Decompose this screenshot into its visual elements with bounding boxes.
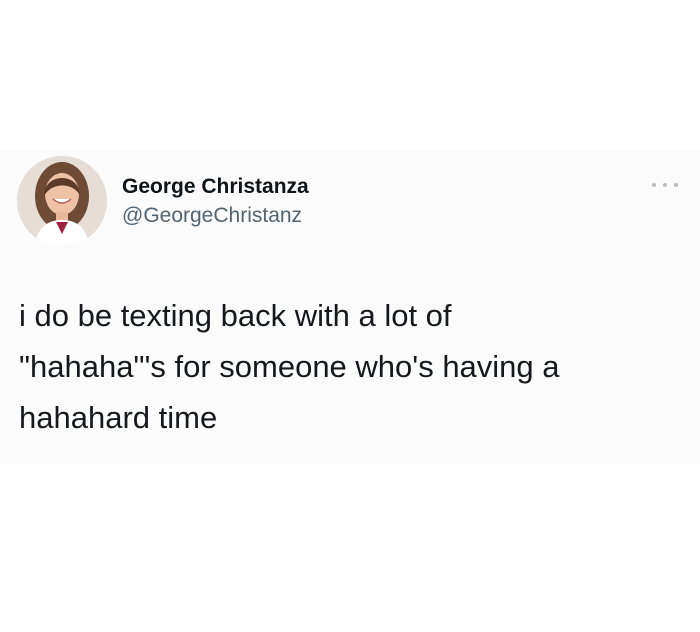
ellipsis-icon[interactable]	[652, 178, 678, 192]
profile-photo-icon	[17, 156, 107, 246]
tweet-text: i do be texting back with a lot of "haha…	[19, 290, 689, 443]
ellipsis-dot	[652, 183, 656, 187]
avatar[interactable]	[17, 156, 107, 246]
user-handle[interactable]: @GeorgeChristanz	[122, 203, 302, 229]
ellipsis-dot	[674, 183, 678, 187]
display-name[interactable]: George Christanza	[122, 174, 309, 200]
tweet-text-line: i do be texting back with a lot of	[19, 298, 452, 333]
tweet-text-line: hahahard time	[19, 400, 218, 435]
tweet-text-line: "hahaha"'s for someone who's having a	[19, 349, 560, 384]
ellipsis-dot	[663, 183, 667, 187]
